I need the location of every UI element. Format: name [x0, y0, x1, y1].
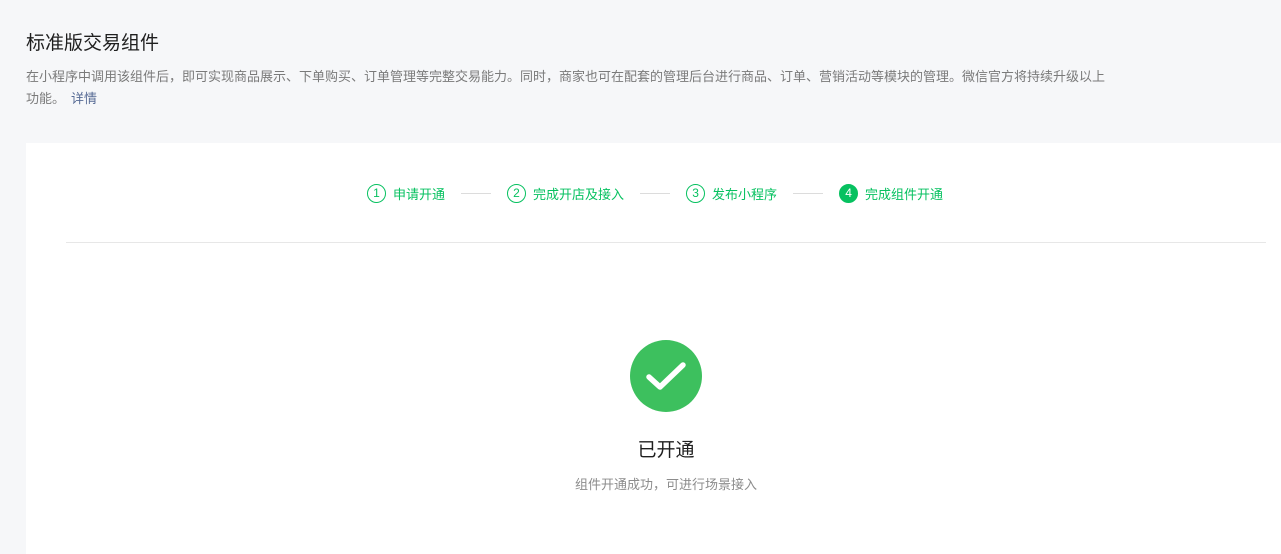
- content-card: 1 申请开通 2 完成开店及接入 3 发布小程序 4 完成组件开通 已开通 组件…: [26, 143, 1281, 554]
- page-header: 标准版交易组件 在小程序中调用该组件后，即可实现商品展示、下单购买、订单管理等完…: [26, 0, 1266, 143]
- step-4-number: 4: [839, 183, 859, 203]
- step-1-label: 申请开通: [393, 187, 446, 203]
- step-3[interactable]: 3 发布小程序: [686, 183, 778, 203]
- step-divider: [793, 192, 824, 194]
- page-description: 在小程序中调用该组件后，即可实现商品展示、下单购买、订单管理等完整交易能力。同时…: [26, 67, 1106, 111]
- status-description: 组件开通成功，可进行场景接入: [574, 478, 757, 493]
- step-1-number: 1: [367, 183, 386, 203]
- step-3-label: 发布小程序: [712, 187, 778, 203]
- detail-link[interactable]: 详情: [71, 92, 97, 107]
- step-divider: [461, 192, 492, 194]
- step-divider: [640, 192, 671, 194]
- status-title: 已开通: [637, 439, 695, 461]
- check-circle-icon: [630, 340, 702, 412]
- step-4-label: 完成组件开通: [865, 187, 944, 203]
- step-indicator: 1 申请开通 2 完成开店及接入 3 发布小程序 4 完成组件开通: [367, 181, 943, 205]
- step-2-label: 完成开店及接入: [533, 187, 625, 203]
- page-description-text: 在小程序中调用该组件后，即可实现商品展示、下单购买、订单管理等完整交易能力。同时…: [26, 70, 1106, 107]
- page-title: 标准版交易组件: [26, 32, 160, 54]
- step-2[interactable]: 2 完成开店及接入: [507, 183, 625, 203]
- step-4[interactable]: 4 完成组件开通: [839, 183, 944, 203]
- step-2-number: 2: [507, 183, 527, 203]
- section-divider: [66, 242, 1266, 243]
- step-3-number: 3: [686, 183, 706, 203]
- step-1[interactable]: 1 申请开通: [367, 183, 446, 203]
